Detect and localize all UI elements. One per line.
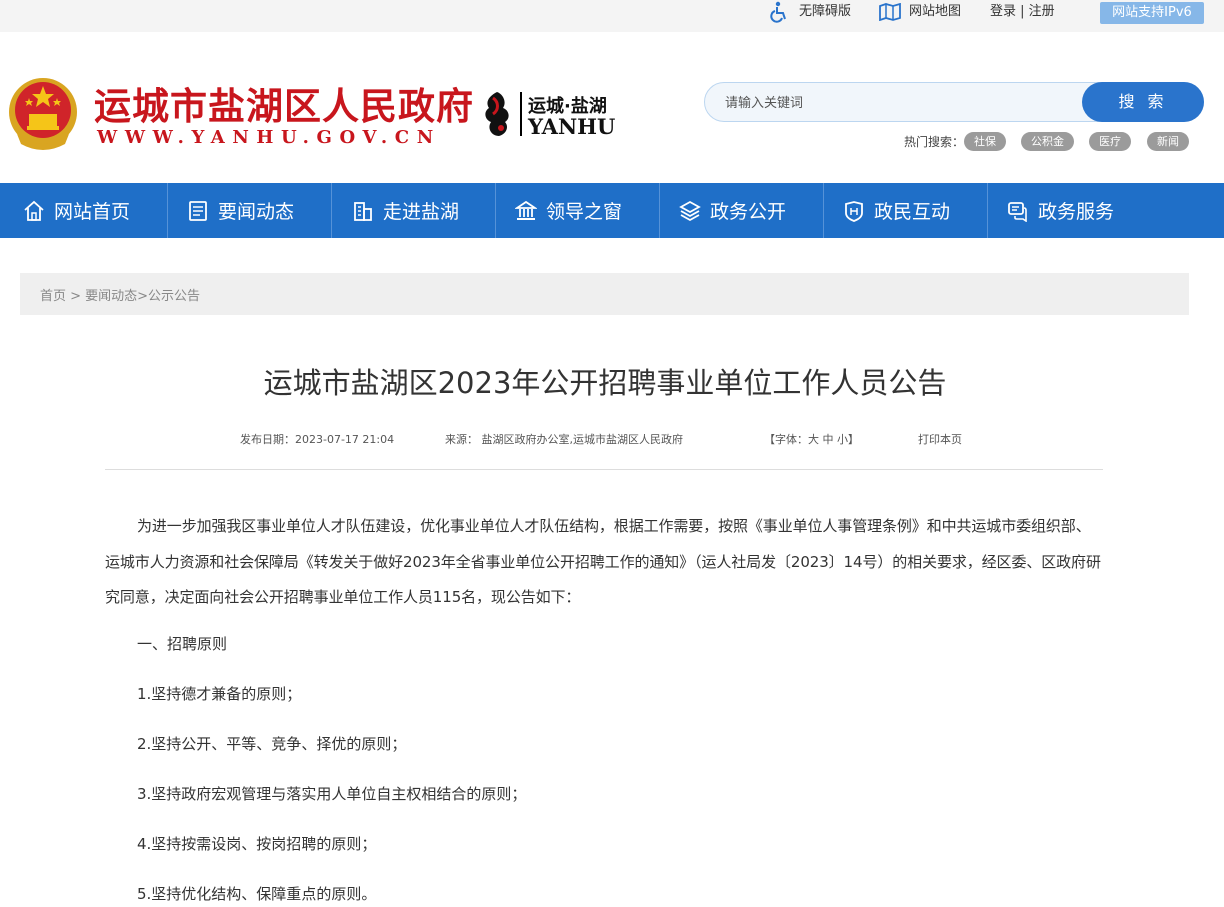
- hot-tag-shebao[interactable]: 社保: [964, 132, 1006, 151]
- news-icon: [189, 200, 207, 221]
- nav-divider: [167, 183, 168, 238]
- nav-divider: [659, 183, 660, 238]
- nav-divider: [495, 183, 496, 238]
- map-icon: [879, 3, 901, 21]
- nav-divider: [823, 183, 824, 238]
- nav-label: 领导之窗: [546, 201, 623, 223]
- print-button[interactable]: 打印本页: [918, 431, 962, 447]
- breadcrumb-text[interactable]: 首页 > 要闻动态>公示公告: [40, 285, 200, 304]
- principle-item: 1.坚持德才兼备的原则；: [137, 685, 302, 703]
- login-label: 登录 | 注册: [990, 4, 1055, 19]
- font-size-control[interactable]: 【字体：大 中 小】: [764, 431, 859, 447]
- nav-item-leaders[interactable]: 领导之窗: [515, 183, 622, 238]
- nav-item-about[interactable]: 走进盐湖: [352, 183, 459, 238]
- article-title: 运城市盐湖区2023年公开招聘事业单位工作人员公告: [263, 366, 947, 400]
- national-emblem-icon: [9, 78, 77, 150]
- site-header: 运城市盐湖区人民政府 WWW.YANHU.GOV.CN 运城·盐湖 YANHU …: [0, 32, 1224, 183]
- sitemap-label: 网站地图: [909, 4, 962, 19]
- principle-item: 4.坚持按需设岗、按岗招聘的原则；: [137, 835, 377, 853]
- accessibility-link[interactable]: 无障碍版: [769, 0, 851, 24]
- nav-label: 网站首页: [54, 201, 131, 223]
- publish-date: 发布日期：2023-07-17 21:04: [240, 433, 395, 446]
- principle-item: 5.坚持优化结构、保障重点的原则。: [137, 885, 377, 903]
- login-register-link[interactable]: 登录 | 注册: [990, 0, 1055, 24]
- nav-item-gov-affairs[interactable]: 政务公开: [679, 183, 786, 238]
- search-box: 搜 索: [704, 82, 1204, 122]
- search-input[interactable]: [725, 91, 1075, 115]
- nav-divider: [331, 183, 332, 238]
- search-button[interactable]: 搜 索: [1082, 82, 1204, 122]
- nav-label: 政民互动: [874, 201, 951, 223]
- logo-en-text: YANHU: [528, 114, 616, 139]
- title-divider: [105, 469, 1103, 470]
- logo-divider: [520, 92, 522, 136]
- principle-item: 3.坚持政府宏观管理与落实用人单位自主权相结合的原则；: [137, 785, 527, 803]
- main-nav: 网站首页 要闻动态 走进盐湖 领导之窗 政务公开 政民互动 政务服务: [0, 183, 1224, 238]
- building-icon: [354, 201, 372, 221]
- breadcrumb: 首页 > 要闻动态>公示公告: [20, 273, 1189, 315]
- chat-icon: [1008, 201, 1027, 222]
- principle-item: 2.坚持公开、平等、竞争、择优的原则；: [137, 735, 407, 753]
- yanhu-seal-icon: [485, 92, 509, 136]
- site-url: WWW.YANHU.GOV.CN: [97, 127, 441, 148]
- ipv6-badge: 网站支持IPv6: [1100, 2, 1204, 24]
- sitemap-link[interactable]: 网站地图: [879, 0, 961, 24]
- wheelchair-icon: [770, 1, 786, 23]
- hot-tag-xinwen[interactable]: 新闻: [1147, 132, 1189, 151]
- section-heading: 一、招聘原则: [137, 635, 228, 653]
- article-source: 来源： 盐湖区政府办公室,运城市盐湖区人民政府: [445, 433, 683, 446]
- hot-search-label: 热门搜索：: [904, 135, 965, 149]
- layers-icon: [679, 200, 701, 221]
- nav-divider: [987, 183, 988, 238]
- site-name: 运城市盐湖区人民政府: [94, 84, 474, 128]
- nav-item-home[interactable]: 网站首页: [23, 183, 130, 238]
- accessibility-label: 无障碍版: [799, 4, 852, 19]
- article-intro: 为进一步加强我区事业单位人才队伍建设，优化事业单位人才队伍结构，根据工作需要，按…: [105, 517, 1101, 606]
- hot-tag-yiliao[interactable]: 医疗: [1089, 132, 1131, 151]
- nav-item-services[interactable]: 政务服务: [1007, 183, 1114, 238]
- nav-label: 政务服务: [1038, 201, 1115, 223]
- nav-label: 走进盐湖: [383, 201, 460, 223]
- nav-label: 要闻动态: [218, 201, 295, 223]
- government-icon: [515, 200, 537, 220]
- nav-item-interaction[interactable]: 政民互动: [843, 183, 950, 238]
- shield-icon: [845, 200, 863, 222]
- nav-label: 政务公开: [710, 201, 787, 223]
- home-icon: [24, 200, 44, 221]
- hot-tag-gongjijin[interactable]: 公积金: [1021, 132, 1074, 151]
- top-utility-bar: 无障碍版 网站地图 登录 | 注册 网站支持IPv6: [0, 0, 1224, 32]
- nav-item-news[interactable]: 要闻动态: [187, 183, 294, 238]
